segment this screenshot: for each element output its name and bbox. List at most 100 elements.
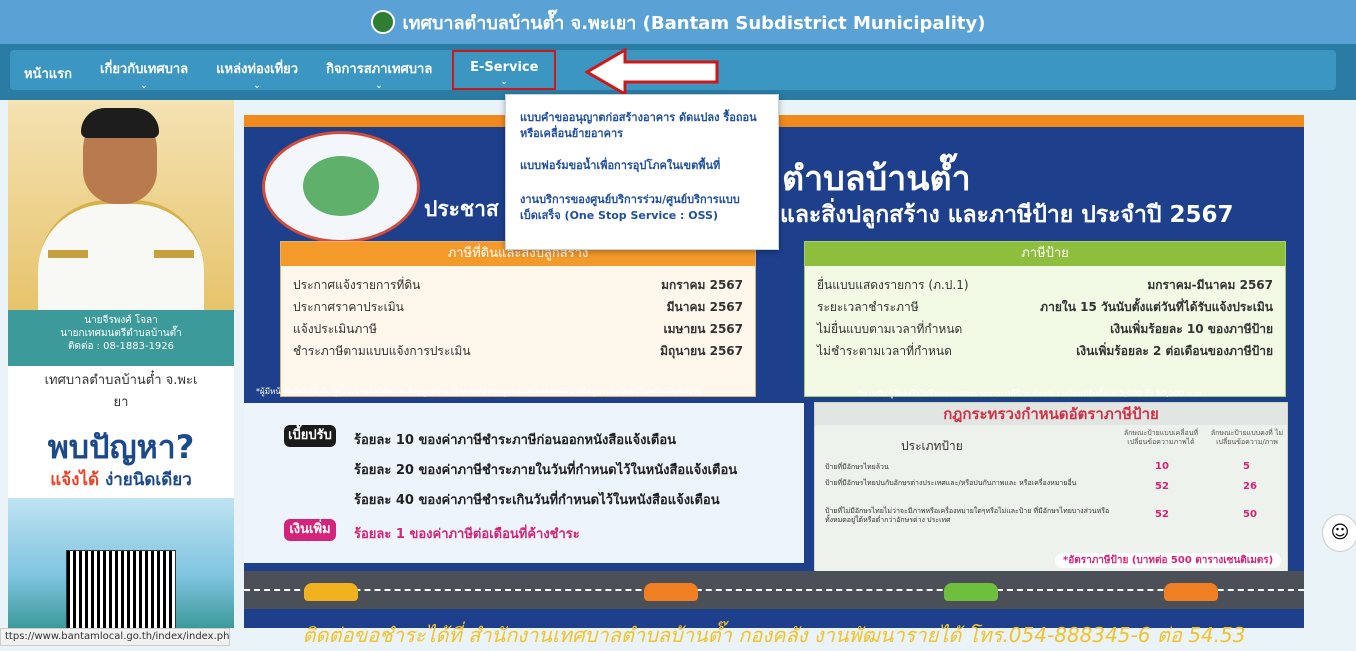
report-label-rest: ง่ายนิดเดียว bbox=[99, 470, 192, 490]
row-value: มีนาคม 2567 bbox=[666, 300, 743, 314]
row-label: ยื่นแบบแสดงรายการ (ภ.ป.1) bbox=[817, 278, 969, 292]
dropdown-item-water-request[interactable]: แบบฟอร์มขอน้ำเพื่อการอุปโภคในเขตพื้นที่ bbox=[506, 158, 778, 174]
land-tax-row: ประกาศราคาประเมิน มีนาคม 2567 bbox=[293, 298, 743, 317]
row-value: เงินเพิ่มร้อยละ 2 ต่อเดือนของภาษีป้าย bbox=[1076, 344, 1273, 358]
report-label-red: แจ้งได้ bbox=[50, 470, 100, 490]
row-label: ไม่ยื่นแบบตามเวลาที่กำหนด bbox=[817, 322, 963, 336]
rate-col-type: ประเภทป้าย bbox=[901, 439, 963, 453]
mayor-position: นายกเทศมนตรีตำบลบ้านต๊ำ bbox=[60, 328, 182, 339]
e-service-dropdown-menu: แบบคำขออนุญาตก่อสร้างอาคาร ดัดแปลง รื้อถ… bbox=[505, 94, 779, 250]
site-title: เทศบาลตำบลบ้านต๊ำ จ.พะเยา (Bantam Subdis… bbox=[402, 12, 986, 34]
car-illustration bbox=[944, 583, 998, 601]
report-link[interactable]: แจ้งได้ ง่ายนิดเดียว bbox=[8, 466, 234, 493]
road-lane-line bbox=[244, 589, 1304, 591]
chevron-down-icon: ⌄ bbox=[253, 81, 261, 91]
sidebar: นายจีรพงศ์ โจลา นายกเทศมนตรีตำบลบ้านต๊ำ … bbox=[8, 100, 234, 630]
mayor-contact: ติดต่อ : 08-1883-1926 bbox=[67, 341, 175, 352]
nav-item-label: E-Service bbox=[470, 60, 539, 75]
status-bar-url: ttps://www.bantamlocal.go.th/index/index… bbox=[0, 628, 230, 646]
municipality-logo-icon bbox=[370, 10, 395, 34]
dropdown-item-building-permit[interactable]: แบบคำขออนุญาตก่อสร้างอาคาร ดัดแปลง รื้อถ… bbox=[506, 110, 778, 142]
nav-item-e-service[interactable]: E-Service ⌄ bbox=[452, 50, 557, 90]
rate-row-a: 52 bbox=[1155, 509, 1169, 520]
nav-item-about[interactable]: เกี่ยวกับเทศบาล ⌄ bbox=[86, 50, 202, 91]
rate-row-b: 50 bbox=[1243, 509, 1257, 520]
sign-tax-row: ยื่นแบบแสดงรายการ (ภ.ป.1) มกราคม-มีนาคม … bbox=[817, 276, 1273, 295]
qr-code bbox=[66, 550, 176, 630]
car-illustration bbox=[304, 583, 358, 601]
row-value: เมษายน 2567 bbox=[663, 322, 743, 336]
rate-row-b: 26 bbox=[1243, 481, 1257, 492]
sidebar-municipality-line2: ยา bbox=[113, 395, 129, 410]
land-tax-row: แจ้งประเมินภาษี เมษายน 2567 bbox=[293, 320, 743, 339]
nav-item-tourism[interactable]: แหล่งท่องเที่ยว ⌄ bbox=[202, 50, 312, 91]
fine-tag-surcharge: เงินเพิ่ม bbox=[284, 519, 336, 541]
seal-emblem bbox=[303, 156, 379, 216]
sign-tax-panel: ภาษีป้าย ยื่นแบบแสดงรายการ (ภ.ป.1) มกราค… bbox=[804, 241, 1286, 397]
municipality-seal bbox=[262, 131, 420, 243]
sign-tax-row: ไม่ชำระตามเวลาที่กำหนด เงินเพิ่มร้อยละ 2… bbox=[817, 342, 1273, 361]
nav-item-home[interactable]: หน้าแรก bbox=[10, 50, 86, 90]
nav-item-label: แหล่งท่องเที่ยว bbox=[216, 62, 299, 77]
row-value: มิถุนายน 2567 bbox=[660, 344, 743, 358]
fines-panel: เบี้ยปรับ ร้อยละ 10 ของค่าภาษีชำระภาษีก่… bbox=[244, 403, 804, 563]
rate-row-type: ป้ายที่มีอักษรไทยล้วน bbox=[825, 463, 889, 471]
banner-subheadline-right: และสิ่งปลูกสร้าง และภาษีป้าย ประจำปี 256… bbox=[780, 202, 1234, 228]
row-value: มกราคม 2567 bbox=[661, 278, 743, 292]
banner-contact-footer: ติดต่อขอชำระได้ที่ สำนักงานเทศบาลตำบลบ้า… bbox=[302, 623, 1246, 647]
site-title-bar: เทศบาลตำบลบ้านต๊ำ จ.พะเยา (Bantam Subdis… bbox=[0, 0, 1356, 44]
shoulder-badge bbox=[48, 250, 88, 258]
rate-table-title: กฎกระทรวงกำหนดอัตราภาษีป้าย bbox=[815, 403, 1287, 425]
rate-col-b: ลักษณะป้ายแบบคงที่ ไม่เปลี่ยนข้อความ/ภาพ bbox=[1210, 429, 1284, 446]
land-tax-row: ประกาศแจ้งรายการที่ดิน มกราคม 2567 bbox=[293, 276, 743, 295]
fine-line: ร้อยละ 10 ของค่าภาษีชำระภาษีก่อนออกหนังส… bbox=[354, 433, 677, 448]
rate-row-type: ป้ายที่มีอักษรไทยปนกับอักษรต่างประเทศและ… bbox=[825, 479, 1077, 487]
row-label: แจ้งประเมินภาษี bbox=[293, 322, 377, 336]
fine-line: ร้อยละ 20 ของค่าภาษีชำระภายในวันที่กำหนด… bbox=[354, 463, 738, 478]
sign-tax-row: ระยะเวลาชำระภาษี ภายใน 15 วันนับตั้งแต่ว… bbox=[817, 298, 1273, 317]
chevron-down-icon: ⌄ bbox=[140, 81, 148, 91]
rate-col-a: ลักษณะป้ายแบบเคลื่อนที่ เปลี่ยนข้อความภา… bbox=[1123, 429, 1199, 446]
nav-item-council[interactable]: กิจการสภาเทศบาล ⌄ bbox=[312, 50, 446, 91]
mayor-info: นายจีรพงศ์ โจลา นายกเทศมนตรีตำบลบ้านต๊ำ … bbox=[8, 310, 234, 366]
chevron-down-icon: ⌄ bbox=[375, 81, 383, 91]
dropdown-item-one-stop-service[interactable]: งานบริการของศูนย์บริการร่วม/ศูนย์บริการแ… bbox=[506, 192, 778, 224]
row-value: ภายใน 15 วันนับตั้งแต่วันที่ได้รับแจ้งปร… bbox=[1040, 300, 1273, 314]
nav-item-label: กิจการสภาเทศบาล bbox=[326, 62, 433, 77]
row-value: เงินเพิ่มร้อยละ 10 ของภาษีป้าย bbox=[1110, 322, 1273, 336]
car-illustration bbox=[1164, 583, 1218, 601]
land-tax-panel: ภาษีที่ดินและสิ่งปลูกสร้าง ประกาศแจ้งราย… bbox=[280, 241, 756, 397]
mayor-portrait bbox=[8, 100, 234, 314]
sign-rate-table: กฎกระทรวงกำหนดอัตราภาษีป้าย ประเภทป้าย ล… bbox=[814, 402, 1288, 578]
row-label: ประกาศแจ้งรายการที่ดิน bbox=[293, 278, 421, 292]
mayor-name: นายจีรพงศ์ โจลา bbox=[84, 315, 158, 326]
chat-icon[interactable]: ☺ bbox=[1322, 514, 1356, 552]
nav-item-label: หน้าแรก bbox=[24, 67, 72, 82]
sidebar-municipality: เทศบาลตำบลบ้านต๋ำ จ.พะเ ยา bbox=[8, 370, 234, 414]
sign-tax-row: ไม่ยื่นแบบตามเวลาที่กำหนด เงินเพิ่มร้อยล… bbox=[817, 320, 1273, 339]
row-value: มกราคม-มีนาคม 2567 bbox=[1147, 278, 1273, 292]
land-tax-row: ชำระภาษีตามแบบแจ้งการประเมิน มิถุนายน 25… bbox=[293, 342, 743, 361]
row-label: ชำระภาษีตามแบบแจ้งการประเมิน bbox=[293, 344, 471, 358]
row-label: ประกาศราคาประเมิน bbox=[293, 300, 404, 314]
nav-item-label: เกี่ยวกับเทศบาล bbox=[100, 62, 189, 77]
portrait-hair bbox=[81, 108, 159, 138]
sign-tax-title: ภาษีป้าย bbox=[805, 242, 1285, 266]
rate-table-footer: *อัตราภาษีป้าย (บาทต่อ 500 ตารางเซนติเมต… bbox=[1055, 553, 1282, 568]
row-label: ไม่ชำระตามเวลาที่กำหนด bbox=[817, 344, 952, 358]
fine-line: ร้อยละ 40 ของค่าภาษีชำระเกินวันที่กำหนดไ… bbox=[354, 493, 720, 508]
sign-tax-note: *ค่าปรับ ผู้ใดจงใจไม่ยื่นแบบแสดงรายการภา… bbox=[858, 389, 1202, 398]
sidebar-municipality-line1: เทศบาลตำบลบ้านต๋ำ จ.พะเ bbox=[44, 373, 198, 388]
red-arrow-annotation bbox=[585, 48, 719, 96]
row-label: ระยะเวลาชำระภาษี bbox=[817, 300, 919, 314]
car-illustration bbox=[644, 583, 698, 601]
fine-line: ร้อยละ 1 ของค่าภาษีต่อเดือนที่ค้างชำระ bbox=[354, 527, 580, 542]
banner-subheadline-left: ประชาส bbox=[424, 197, 499, 221]
rate-row-a: 52 bbox=[1155, 481, 1169, 492]
rate-row-type: ป้ายที่ไม่มีอักษรไทยไม่ว่าจะมีภาพหรือเคร… bbox=[825, 507, 1110, 524]
chevron-down-icon: ⌄ bbox=[500, 77, 509, 87]
rate-row-b: 5 bbox=[1243, 461, 1250, 472]
fine-tag-penalty: เบี้ยปรับ bbox=[284, 425, 336, 447]
land-tax-note: *ผู้มีหน้าที่เสียภาษี คือ ผู้เป็นเจ้าของ… bbox=[256, 387, 702, 396]
rate-row-a: 10 bbox=[1155, 461, 1169, 472]
